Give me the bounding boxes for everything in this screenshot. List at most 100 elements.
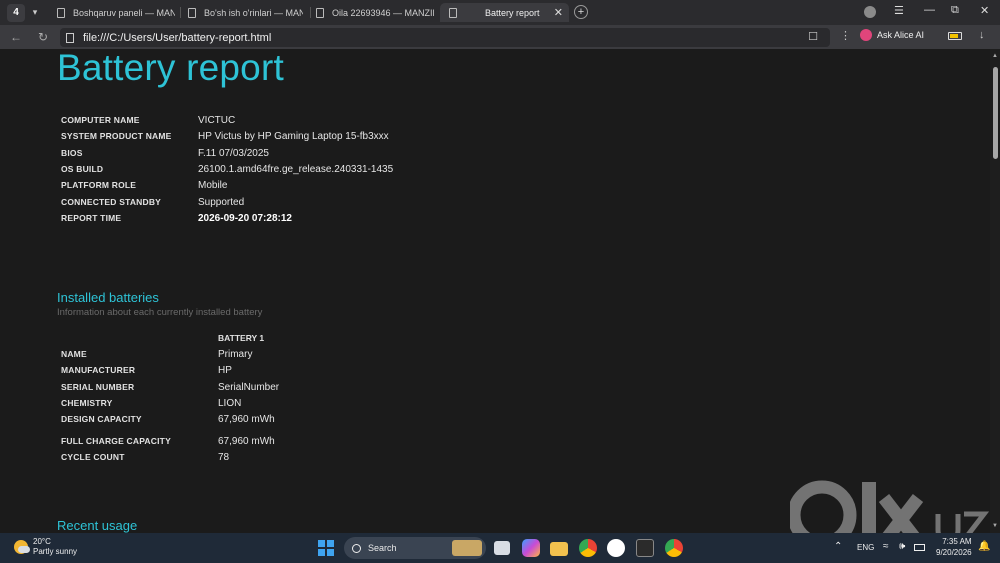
chevron-up-icon[interactable]: ⌃ [834, 541, 842, 552]
scroll-down-icon[interactable]: ▼ [992, 523, 998, 529]
installed-batteries-heading: Installed batteries [57, 290, 159, 305]
battery-row: SERIAL NUMBER SerialNumber [61, 379, 279, 395]
bookmark-icon[interactable]: ☐ [808, 30, 818, 43]
battery-value: SerialNumber [218, 381, 280, 393]
info-value: F.11 07/03/2025 [198, 147, 269, 159]
battery-key: DESIGN CAPACITY [61, 414, 142, 424]
tab-count-badge[interactable]: 4 [7, 3, 25, 22]
search-label: Search [368, 543, 397, 553]
alice-icon [860, 29, 872, 41]
info-key: REPORT TIME [61, 213, 122, 223]
info-key: BIOS [61, 148, 83, 158]
chevron-down-icon[interactable]: ▾ [28, 4, 42, 22]
close-icon[interactable]: ✕ [554, 6, 563, 19]
info-value: 26100.1.amd64fre.ge_release.240331-1435 [198, 163, 394, 175]
info-row: BIOS F.11 07/03/2025 [61, 145, 269, 161]
language-indicator[interactable]: ENG [857, 543, 874, 552]
battery-icon[interactable] [914, 544, 925, 551]
more-options-icon[interactable]: ⋮ [840, 29, 851, 42]
vertical-scrollbar[interactable]: ▲ ▼ [990, 49, 1000, 533]
battery-key: SERIAL NUMBER [61, 382, 135, 392]
page-icon [57, 7, 65, 18]
taskbar: 20°C Partly sunny Search ⌃ ENG ≈ 🕪 7:35 … [0, 533, 1000, 563]
info-row: CONNECTED STANDBY Supported [61, 194, 244, 210]
minimize-icon[interactable]: — [924, 4, 935, 16]
battery-key: MANUFACTURER [61, 365, 136, 375]
volume-icon[interactable]: 🕪 [899, 541, 905, 552]
page-icon [316, 7, 324, 18]
restore-icon[interactable]: ⧉ [951, 4, 959, 17]
clock-time: 7:35 AM [942, 537, 972, 546]
new-tab-button[interactable]: + [574, 5, 588, 19]
tab-label: Oila 22693946 — MANZIL [332, 7, 434, 18]
battery-value: 67,960 mWh [218, 435, 275, 447]
terminal-icon[interactable] [636, 539, 654, 557]
info-value: 2026-09-20 07:28:12 [198, 212, 292, 224]
weather-temp: 20°C [33, 537, 51, 546]
browser-tab-bar: 4 ▾ Boshqaruv paneli — MANZ Bo'sh ish o'… [0, 0, 1000, 25]
wifi-icon[interactable]: ≈ [883, 541, 889, 552]
profile-icon[interactable] [864, 6, 876, 18]
info-value: VICTUC [198, 114, 236, 126]
notifications-icon[interactable]: 🔔 [978, 541, 990, 552]
battery-row: DESIGN CAPACITY 67,960 mWh [61, 411, 275, 427]
battery-row: MANUFACTURER HP [61, 362, 232, 378]
chrome-icon[interactable] [665, 539, 683, 557]
battery-key: CYCLE COUNT [61, 452, 125, 462]
tab-bosh-ish-orinlari[interactable]: Bo'sh ish o'rinlari — MANZ [188, 3, 303, 22]
page-title: Battery report [57, 49, 284, 88]
ask-ai-button[interactable]: Ask Alice AI [860, 29, 924, 41]
scroll-thumb[interactable] [993, 67, 998, 159]
installed-batteries-subtitle: Information about each currently install… [57, 307, 263, 318]
partly-sunny-icon [14, 540, 30, 554]
taskbar-search[interactable]: Search [344, 537, 486, 559]
tab-boshqaruv-paneli[interactable]: Boshqaruv paneli — MANZ [57, 3, 175, 22]
system-clock[interactable]: 7:35 AM 9/20/2026 [936, 536, 972, 558]
battery-saver-icon[interactable] [948, 32, 962, 40]
url-field[interactable]: file:///C:/Users/User/battery-report.htm… [60, 28, 830, 47]
info-key: SYSTEM PRODUCT NAME [61, 131, 172, 141]
battery-key: CHEMISTRY [61, 398, 113, 408]
back-icon[interactable]: ← [10, 30, 22, 44]
info-row: PLATFORM ROLE Mobile [61, 177, 227, 193]
tab-label: Boshqaruv paneli — MANZ [73, 7, 175, 18]
page-icon [66, 32, 74, 43]
battery-row: FULL CHARGE CAPACITY 67,960 mWh [61, 433, 275, 449]
close-window-icon[interactable]: ✕ [980, 4, 989, 17]
page-icon [188, 7, 196, 18]
battery-value: Primary [218, 348, 253, 360]
file-explorer-icon[interactable] [550, 542, 568, 556]
windows-start-icon[interactable] [318, 540, 334, 556]
battery-column-header: BATTERY 1 [218, 333, 265, 343]
download-icon[interactable]: ↓ [979, 29, 985, 41]
info-key: COMPUTER NAME [61, 115, 140, 125]
yandex-browser-icon[interactable] [607, 539, 625, 557]
info-row: COMPUTER NAME VICTUC [61, 112, 235, 128]
info-value: Supported [198, 196, 245, 208]
battery-key: FULL CHARGE CAPACITY [61, 436, 171, 446]
info-key: OS BUILD [61, 164, 104, 174]
reload-icon[interactable]: ↻ [38, 30, 48, 44]
tab-label: Battery report [485, 7, 540, 18]
battery-value: HP [218, 364, 232, 376]
info-key: PLATFORM ROLE [61, 180, 137, 190]
info-row: OS BUILD 26100.1.amd64fre.ge_release.240… [61, 161, 393, 177]
tab-label: Bo'sh ish o'rinlari — MANZ [204, 7, 303, 18]
tab-oila[interactable]: Oila 22693946 — MANZIL [316, 3, 434, 22]
info-row: SYSTEM PRODUCT NAME HP Victus by HP Gami… [61, 128, 389, 144]
scroll-up-icon[interactable]: ▲ [992, 53, 998, 59]
copilot-icon[interactable] [522, 539, 540, 557]
menu-icon[interactable]: ☰ [894, 4, 904, 17]
info-key: CONNECTED STANDBY [61, 197, 162, 207]
url-text: file:///C:/Users/User/battery-report.htm… [83, 31, 272, 44]
clock-date: 9/20/2026 [936, 548, 972, 557]
chrome-icon[interactable] [579, 539, 597, 557]
battery-row: NAME Primary [61, 346, 252, 362]
weather-widget[interactable]: 20°C Partly sunny [14, 537, 77, 557]
battery-key: NAME [61, 349, 87, 359]
battery-row: CHEMISTRY LION [61, 395, 241, 411]
tab-battery-report[interactable]: Battery report ✕ [440, 3, 569, 22]
task-view-icon[interactable] [494, 541, 510, 555]
battery-value: LION [218, 397, 242, 409]
info-value: Mobile [198, 179, 228, 191]
